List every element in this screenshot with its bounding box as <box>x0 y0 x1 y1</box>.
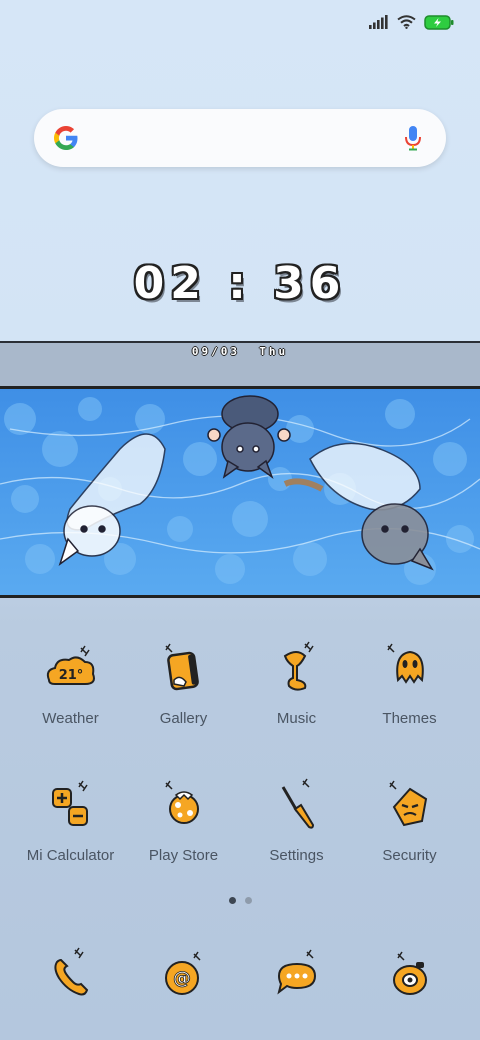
app-label: Settings <box>269 847 324 864</box>
dock-browser[interactable]: @ <box>127 946 240 1006</box>
weekday-label: Thu <box>259 345 289 358</box>
app-label: Gallery <box>159 710 208 727</box>
play-store-icon <box>164 780 199 824</box>
app-label: Mi Calculator <box>26 847 115 864</box>
weather-temp: 21° <box>58 668 83 683</box>
clock-widget-time[interactable]: 02 : 36 <box>0 258 480 309</box>
pool-illustration-art <box>0 389 480 595</box>
date-label: 09/03 <box>191 345 240 358</box>
status-bar <box>369 10 454 34</box>
app-label: Themes <box>382 710 437 727</box>
camera-icon <box>392 951 427 995</box>
settings-icon <box>281 778 314 829</box>
app-weather[interactable]: 21° Weather <box>14 640 127 727</box>
svg-text:@: @ <box>173 968 191 989</box>
google-search-bar[interactable] <box>34 109 446 167</box>
app-themes[interactable]: Themes <box>353 640 466 727</box>
app-play-store[interactable]: Play Store <box>127 777 240 864</box>
dock-messages[interactable] <box>240 946 353 1006</box>
battery-charging-icon <box>424 14 454 30</box>
app-settings[interactable]: Settings <box>240 777 353 864</box>
clock-widget-date: 09/03 Thu <box>0 345 480 358</box>
app-security[interactable]: Security <box>353 777 466 864</box>
dock-camera[interactable] <box>353 946 466 1006</box>
app-mi-calculator[interactable]: Mi Calculator <box>14 777 127 864</box>
phone-icon <box>53 947 88 996</box>
music-icon <box>283 641 314 691</box>
security-icon <box>388 780 427 827</box>
app-label: Weather <box>42 710 99 727</box>
messages-icon <box>276 949 316 995</box>
app-label: Security <box>382 847 437 864</box>
signal-icon <box>369 15 388 29</box>
app-label: Music <box>276 710 317 727</box>
page-dot-1[interactable] <box>228 897 236 904</box>
google-g-icon <box>54 126 78 150</box>
app-music[interactable]: Music <box>240 640 353 727</box>
browser-icon: @ <box>164 951 201 995</box>
clock-widget-date-strip: 09/03 Thu <box>0 341 480 389</box>
calculator-icon <box>51 780 88 826</box>
gallery-icon <box>164 643 199 691</box>
page-dot-2[interactable] <box>244 897 252 904</box>
dock-phone[interactable] <box>14 946 127 1006</box>
pool-cats-illustration <box>0 386 480 598</box>
weather-icon: 21° <box>46 645 95 685</box>
mic-icon[interactable] <box>404 124 422 152</box>
page-indicator[interactable] <box>0 897 480 904</box>
themes-icon <box>386 643 424 684</box>
app-gallery[interactable]: Gallery <box>127 640 240 727</box>
app-label: Play Store <box>148 847 219 864</box>
wifi-icon <box>397 15 416 29</box>
